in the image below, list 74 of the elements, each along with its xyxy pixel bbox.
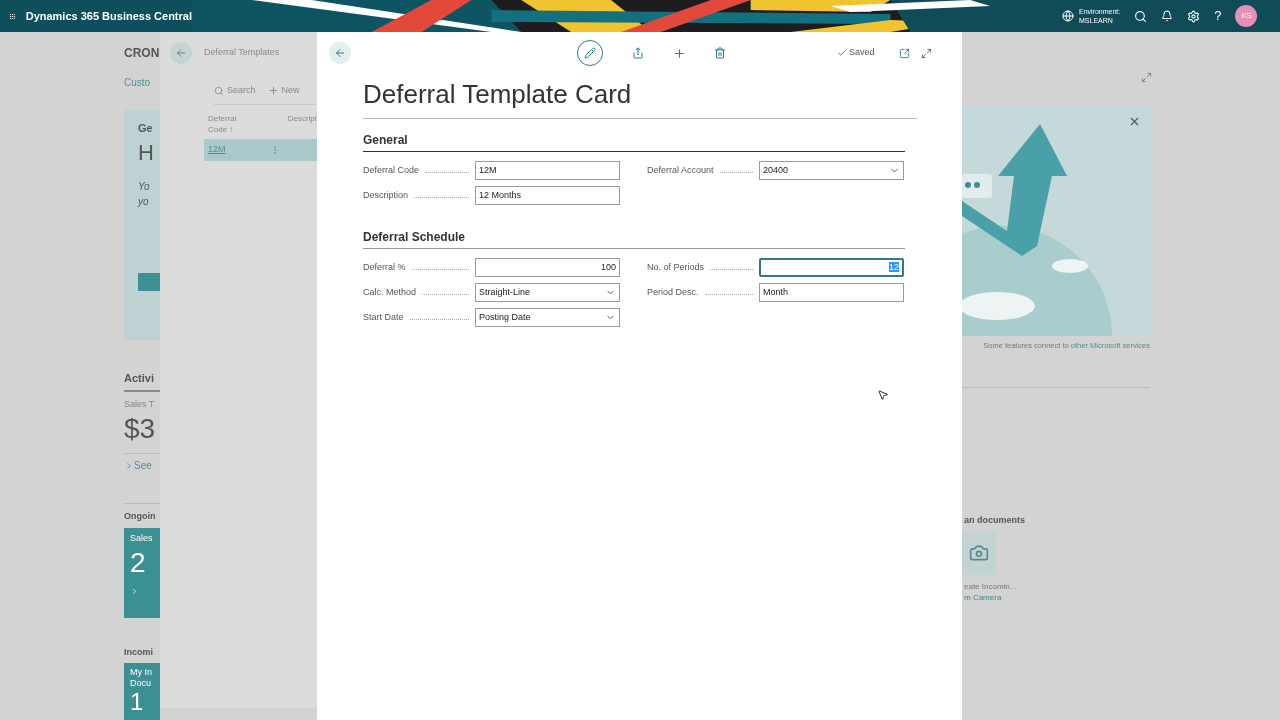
field-label: Start Date — [363, 310, 404, 324]
chevron-right-icon — [130, 587, 139, 596]
avatar[interactable]: KS — [1235, 5, 1258, 27]
page-title: Deferral Templates — [204, 46, 280, 60]
field-label: Deferral % — [363, 260, 406, 274]
section-title[interactable]: Deferral Schedule — [363, 228, 905, 249]
save-status: Saved — [849, 46, 875, 60]
tile-value: 1 — [130, 689, 145, 715]
dropdown-field[interactable]: Straight-Line — [475, 283, 620, 302]
see-more-link[interactable]: See — [134, 458, 152, 473]
scan-action-link[interactable]: eate Incomin... — [964, 580, 1017, 592]
field-label: Deferral Account — [647, 163, 714, 177]
camera-icon — [969, 543, 989, 564]
company-name: CRON — [124, 45, 160, 62]
code-link[interactable]: 12M — [208, 142, 270, 157]
column-header[interactable]: Deferral Code ↑ — [208, 112, 268, 135]
input-field[interactable]: 12 Months — [475, 186, 620, 205]
back-button[interactable] — [329, 42, 351, 64]
chevron-right-icon — [124, 460, 134, 471]
card-title: Deferral Template Card — [363, 76, 917, 119]
kpi-label: Sales T — [124, 397, 156, 411]
field-label: No. of Periods — [647, 260, 705, 274]
tile-value: 2 — [130, 546, 147, 580]
kpi-value: $3 — [124, 412, 157, 446]
section-title[interactable]: General — [363, 131, 905, 152]
list-row[interactable]: 12M — [204, 138, 317, 161]
close-icon[interactable] — [1128, 115, 1141, 128]
breadcrumb-link[interactable]: Custo — [124, 75, 160, 90]
input-field[interactable]: Month — [759, 283, 904, 302]
settings-icon[interactable] — [1187, 9, 1201, 23]
field-label: Description — [363, 188, 409, 202]
search-icon[interactable] — [1134, 9, 1148, 23]
dropdown-field[interactable]: 20400 — [759, 161, 904, 180]
cue-tile[interactable]: Sales 2 — [124, 527, 160, 618]
app-title[interactable]: Dynamics 365 Business Central — [25, 7, 192, 25]
headline-greeting: H — [138, 138, 155, 167]
field-label: Deferral Code — [363, 163, 420, 177]
tile-label: Sales — [130, 531, 154, 545]
headline-button[interactable] — [138, 272, 160, 291]
dropdown-field[interactable]: Posting Date — [475, 308, 620, 327]
input-field[interactable]: 12M — [475, 161, 620, 180]
pencil-icon — [584, 47, 596, 59]
globe-icon — [1062, 10, 1074, 22]
headline-title: Ge — [138, 121, 154, 136]
arrow-left-icon — [175, 47, 187, 59]
input-field[interactable]: 12 — [759, 258, 904, 277]
search-button[interactable]: Search — [214, 84, 256, 98]
search-icon — [214, 85, 224, 96]
share-icon[interactable] — [632, 47, 644, 59]
cue-tile[interactable]: My In Docu 1 — [124, 663, 160, 720]
help-button[interactable]: ? — [1214, 6, 1222, 26]
expand-icon[interactable] — [1141, 72, 1152, 83]
field-label: Period Desc. — [647, 285, 699, 299]
plus-icon — [267, 85, 279, 97]
bell-icon[interactable] — [1161, 10, 1174, 22]
headline-text: Yo — [138, 179, 151, 194]
camera-tile[interactable] — [962, 531, 996, 575]
new-button[interactable]: New — [267, 84, 300, 98]
check-icon — [837, 48, 847, 58]
arrow-left-icon — [334, 47, 346, 59]
open-new-window-icon[interactable] — [898, 47, 910, 59]
scan-action-link[interactable]: m Camera — [964, 591, 1002, 603]
expand-icon[interactable] — [920, 47, 932, 59]
tile-label: My In — [130, 667, 153, 678]
section-heading: an documents — [964, 514, 1025, 528]
delete-icon[interactable] — [714, 47, 726, 59]
field-label: Calc. Method — [363, 285, 417, 299]
headline-text: yo — [138, 194, 150, 209]
column-header[interactable]: Descript — [287, 112, 317, 135]
tile-label: Docu — [130, 678, 152, 689]
section-heading: Incomi — [124, 645, 154, 659]
plus-icon[interactable] — [673, 46, 686, 60]
mouse-pointer-icon — [877, 389, 889, 401]
input-field[interactable]: 100 — [475, 258, 620, 277]
